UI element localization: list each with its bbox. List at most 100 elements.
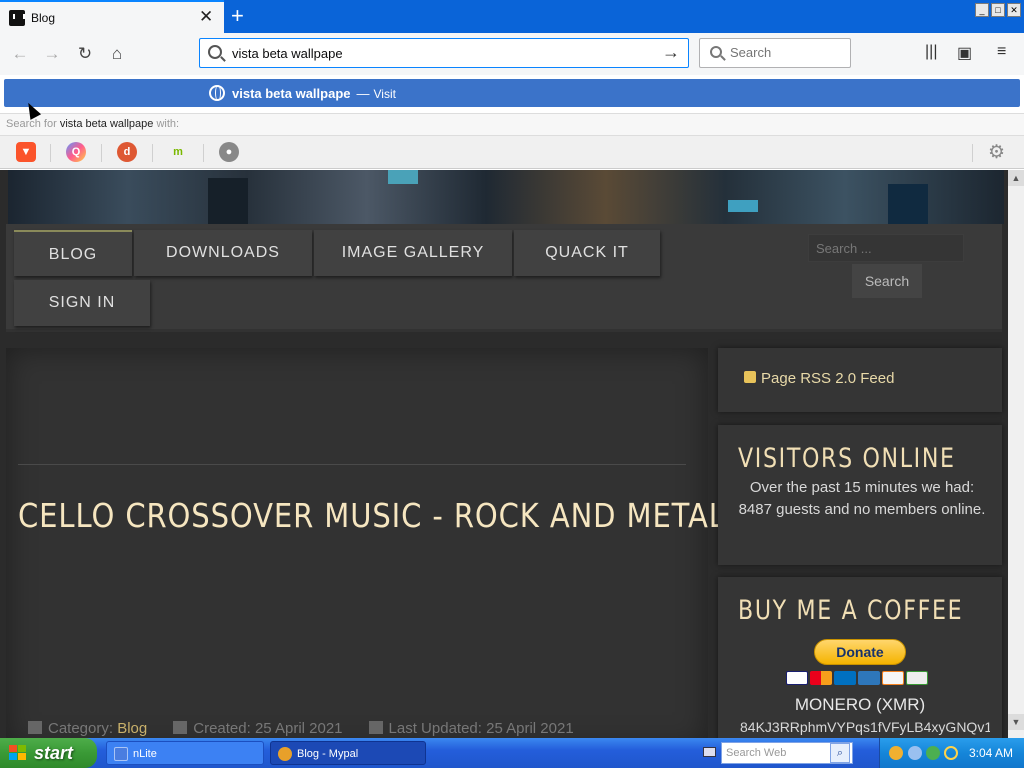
url-suggestion-row[interactable]: vista beta wallpape — Visit	[4, 79, 1020, 107]
rss-box: Page RSS 2.0 Feed	[718, 348, 1002, 412]
taskbar-item-mypal[interactable]: Blog - Mypal	[270, 741, 426, 765]
globe-icon	[209, 85, 225, 101]
browser-search-input[interactable]	[730, 45, 840, 60]
visitors-text: Over the past 15 minutes we had: 8487 gu…	[738, 479, 986, 518]
article-meta: Category: Blog Created: 25 April 2021 Last…	[28, 720, 574, 737]
searx-icon[interactable]: ●	[219, 142, 239, 162]
library-icon[interactable]: |||	[925, 43, 937, 61]
separator	[50, 144, 51, 162]
banner-light	[388, 170, 418, 184]
calendar-icon	[173, 721, 188, 734]
taskbar-item-nlite[interactable]: nLite	[106, 741, 264, 765]
system-tray: 3:04 AM	[879, 738, 1024, 768]
article-title[interactable]: CELLO CROSSOVER MUSIC - ROCK AND METAL	[18, 496, 726, 535]
created-date: Created: 25 April 2021	[193, 720, 343, 737]
search-tray-icon[interactable]	[944, 746, 958, 760]
visitors-heading: VISITORS ONLINE	[738, 443, 956, 474]
site-favicon-icon	[9, 10, 25, 26]
browser-search-box[interactable]	[699, 38, 851, 68]
site-search-button[interactable]: Search	[852, 264, 922, 298]
security-icon[interactable]	[926, 746, 940, 760]
web-page: BLOG DOWNLOADS IMAGE GALLERY QUACK IT SI…	[0, 170, 1008, 738]
navigation-toolbar: ← → ↻ ⌂ vista beta wallpape → ||| ▣ ≡	[0, 33, 1024, 75]
tray-app-icon[interactable]	[889, 746, 903, 760]
home-icon[interactable]: ⌂	[103, 41, 131, 67]
monero-address[interactable]: 84KJ3RRphmVYPqs1fVFyLB4xyGNQv1	[740, 719, 990, 735]
separator	[152, 144, 153, 162]
close-window-icon[interactable]: ✕	[1007, 3, 1021, 17]
search-icon[interactable]: ⌕	[830, 743, 850, 763]
suggestion-text: vista beta wallpape — Visit	[232, 86, 396, 101]
nlite-icon	[114, 747, 128, 761]
mojeek-icon[interactable]: m	[168, 142, 188, 162]
separator	[972, 144, 973, 162]
site-navigation: BLOG DOWNLOADS IMAGE GALLERY QUACK IT SI…	[6, 224, 1002, 332]
clock[interactable]: 3:04 AM	[969, 746, 1013, 760]
address-text[interactable]: vista beta wallpape	[232, 46, 343, 61]
folder-icon	[28, 721, 42, 734]
separator	[101, 144, 102, 162]
updated-date: Last Updated: 25 April 2021	[388, 720, 574, 737]
duckduckgo-icon[interactable]: d	[117, 142, 137, 162]
start-button[interactable]: start	[0, 738, 97, 768]
mypal-icon	[278, 747, 292, 761]
monero-label: MONERO (XMR)	[794, 695, 926, 714]
rss-link[interactable]: Page RSS 2.0 Feed	[744, 370, 894, 387]
coffee-box: BUY ME A COFFEE Donate MONERO (XMR) 84KJ…	[718, 577, 1002, 738]
windows-logo-icon	[9, 745, 27, 761]
windows-taskbar: start nLite Blog - Mypal Search Web ⌕ 3:…	[0, 738, 1024, 768]
visitors-box: VISITORS ONLINE Over the past 15 minutes…	[718, 425, 1002, 565]
search-icon	[208, 45, 222, 59]
donate-button[interactable]: Donate	[814, 639, 906, 665]
address-bar[interactable]: vista beta wallpape →	[199, 38, 689, 68]
discover-icon	[882, 671, 904, 685]
site-search-input[interactable]: Search ...	[808, 234, 964, 262]
menu-item-blog[interactable]: BLOG	[14, 230, 132, 276]
brave-icon[interactable]: ▼	[16, 142, 36, 162]
forward-arrow-icon[interactable]: →	[38, 41, 66, 67]
separator	[203, 144, 204, 162]
tab-title: Blog	[31, 11, 56, 25]
search-with-label: Search for vista beta wallpape with:	[0, 113, 1024, 135]
menu-item-image-gallery[interactable]: IMAGE GALLERY	[314, 230, 512, 276]
maximize-window-icon[interactable]: □	[991, 3, 1005, 17]
rss-icon	[744, 371, 756, 383]
one-off-search-engines: ▼ Q d m ● ⚙	[0, 135, 1024, 169]
mastercard-icon	[810, 671, 832, 685]
calendar-icon	[368, 721, 383, 734]
menu-item-sign-in[interactable]: SIGN IN	[14, 280, 150, 326]
visa-icon	[786, 671, 808, 685]
category-link[interactable]: Blog	[117, 720, 147, 737]
qwant-icon[interactable]: Q	[66, 142, 86, 162]
hamburger-menu-icon[interactable]: ≡	[997, 43, 1006, 61]
browser-titlebar: Blog ✕ + _ □ ✕	[0, 0, 1024, 33]
page-scrollbar[interactable]: ▲ ▼	[1008, 170, 1024, 738]
close-tab-icon[interactable]: ✕	[199, 8, 213, 26]
keyboard-icon[interactable]	[703, 747, 716, 757]
payment-cards	[786, 671, 930, 685]
go-arrow-icon[interactable]: →	[662, 42, 680, 63]
gear-icon[interactable]: ⚙	[988, 141, 1005, 164]
banner-light	[728, 200, 758, 212]
menu-item-quack-it[interactable]: QUACK IT	[514, 230, 660, 276]
scroll-up-icon[interactable]: ▲	[1008, 170, 1024, 186]
banner-building	[888, 184, 928, 224]
divider	[18, 464, 686, 465]
new-tab-icon[interactable]: +	[231, 3, 244, 29]
maestro-icon	[834, 671, 856, 685]
scroll-down-icon[interactable]: ▼	[1008, 714, 1024, 730]
site-banner	[8, 170, 1004, 224]
tab-blog[interactable]: Blog ✕	[0, 0, 224, 33]
minimize-window-icon[interactable]: _	[975, 3, 989, 17]
coffee-heading: BUY ME A COFFEE	[738, 595, 964, 626]
menu-item-downloads[interactable]: DOWNLOADS	[134, 230, 312, 276]
bank-card-icon	[906, 671, 928, 685]
amex-icon	[858, 671, 880, 685]
banner-building	[208, 178, 248, 224]
sidebar-toggle-icon[interactable]: ▣	[957, 43, 972, 63]
search-icon	[710, 46, 722, 58]
network-icon[interactable]	[908, 746, 922, 760]
back-arrow-icon[interactable]: ←	[6, 41, 34, 67]
article-panel	[6, 348, 708, 738]
reload-icon[interactable]: ↻	[71, 41, 99, 67]
